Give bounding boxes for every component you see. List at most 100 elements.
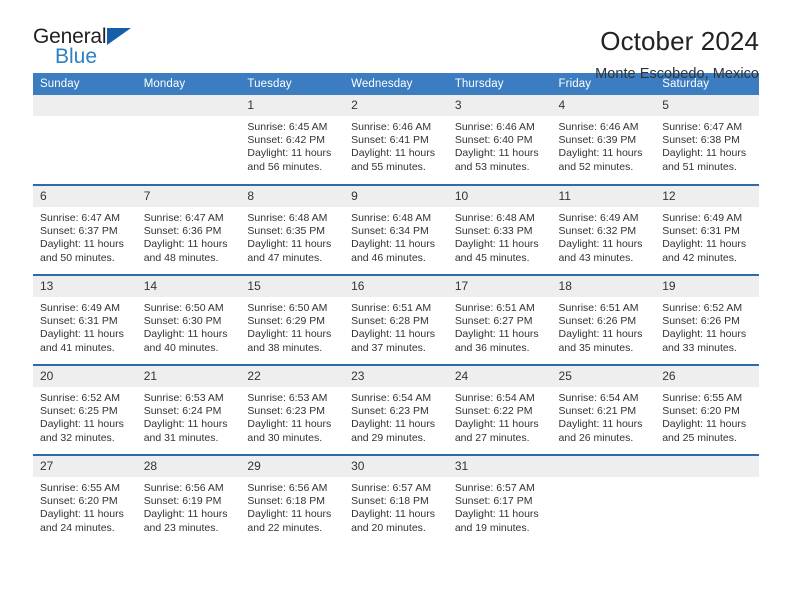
calendar-day-cell[interactable]: 19 Sunrise: 6:52 AM Sunset: 6:26 PM Dayligh… — [655, 274, 759, 365]
calendar-day-cell[interactable]: 27 Sunrise: 6:55 AM Sunset: 6:20 PM Dayligh… — [33, 454, 137, 545]
calendar-day-cell[interactable]: 21 Sunrise: 6:53 AM Sunset: 6:24 PM Dayligh… — [136, 364, 241, 455]
sunrise-time: Sunrise: 6:53 AM — [247, 392, 328, 404]
sunset-time: Sunset: 6:22 PM — [454, 405, 533, 418]
daylight-duration-line1: Daylight: 11 hours — [351, 418, 435, 431]
day-details: Sunrise: 6:54 AM Sunset: 6:21 PM Daylight:… — [552, 387, 656, 445]
page-header: General Blue October 2024 Monte Escobedo… — [33, 0, 759, 82]
calendar-day-cell[interactable]: 2 Sunrise: 6:46 AM Sunset: 6:41 PM Daylight… — [344, 95, 448, 185]
day-details: Sunrise: 6:52 AM Sunset: 6:25 PM Daylight:… — [33, 387, 137, 445]
day-number: 18 — [551, 276, 656, 297]
calendar-day-cell[interactable]: 18 Sunrise: 6:51 AM Sunset: 6:26 PM Dayligh… — [551, 274, 656, 365]
sunset-time: Sunset: 6:18 PM — [247, 495, 326, 508]
sunrise-time: Sunrise: 6:51 AM — [351, 302, 432, 314]
logo-text-blue: Blue — [55, 45, 98, 68]
daylight-duration-line1: Daylight: 11 hours — [143, 328, 228, 341]
calendar-day-cell[interactable]: 12 Sunrise: 6:49 AM Sunset: 6:31 PM Dayligh… — [655, 184, 759, 275]
daylight-duration-line1: Daylight: 11 hours — [454, 328, 539, 341]
daylight-duration-line1: Daylight: 11 hours — [454, 147, 539, 160]
calendar-week-row: 13 Sunrise: 6:49 AM Sunset: 6:31 PM Dayligh… — [33, 274, 759, 365]
day-number: 26 — [655, 366, 759, 387]
calendar-day-cell[interactable]: 4 Sunrise: 6:46 AM Sunset: 6:39 PM Daylight… — [551, 95, 656, 185]
calendar-day-cell[interactable]: 6 Sunrise: 6:47 AM Sunset: 6:37 PM Daylight… — [33, 184, 137, 275]
calendar-day-cell[interactable]: 15 Sunrise: 6:50 AM Sunset: 6:29 PM Dayligh… — [240, 274, 345, 365]
sunset-time: Sunset: 6:20 PM — [40, 495, 118, 508]
daylight-duration-line1: Daylight: 11 hours — [662, 238, 747, 251]
sunset-time: Sunset: 6:41 PM — [351, 134, 429, 147]
calendar-day-cell[interactable]: 7 Sunrise: 6:47 AM Sunset: 6:36 PM Daylight… — [136, 184, 241, 275]
calendar-day-cell[interactable]: 11 Sunrise: 6:49 AM Sunset: 6:32 PM Dayligh… — [551, 184, 656, 275]
calendar-day-cell[interactable]: 26 Sunrise: 6:55 AM Sunset: 6:20 PM Dayligh… — [655, 364, 759, 455]
daylight-duration-line2: and 29 minutes. — [351, 431, 426, 444]
sunset-time: Sunset: 6:33 PM — [454, 225, 533, 238]
daylight-duration-line2: and 50 minutes. — [40, 251, 115, 264]
daylight-duration-line2: and 46 minutes. — [351, 251, 426, 264]
day-number: 17 — [447, 276, 552, 297]
sunset-time: Sunset: 6:27 PM — [454, 315, 533, 328]
calendar-day-cell[interactable]: 3 Sunrise: 6:46 AM Sunset: 6:40 PM Daylight… — [447, 95, 552, 185]
daylight-duration-line2: and 22 minutes. — [247, 521, 323, 534]
calendar-day-cell[interactable]: 14 Sunrise: 6:50 AM Sunset: 6:30 PM Dayligh… — [136, 274, 241, 365]
calendar-day-cell[interactable]: 5 Sunrise: 6:47 AM Sunset: 6:38 PM Daylight… — [655, 95, 759, 185]
sunrise-time: Sunrise: 6:57 AM — [454, 482, 535, 494]
sunrise-time: Sunrise: 6:54 AM — [351, 392, 432, 404]
calendar-page: General Blue October 2024 Monte Escobedo… — [0, 0, 792, 612]
daylight-duration-line1: Daylight: 11 hours — [558, 328, 643, 341]
calendar-week-row: 1 Sunrise: 6:45 AM Sunset: 6:42 PM Daylight… — [33, 95, 759, 185]
calendar-day-cell[interactable]: 13 Sunrise: 6:49 AM Sunset: 6:31 PM Dayligh… — [33, 274, 137, 365]
daylight-duration-line2: and 33 minutes. — [662, 341, 737, 354]
day-number: 30 — [344, 456, 448, 477]
calendar-week-row: 6 Sunrise: 6:47 AM Sunset: 6:37 PM Daylight… — [33, 184, 759, 275]
daylight-duration-line2: and 56 minutes. — [247, 160, 323, 173]
calendar-day-cell[interactable]: 25 Sunrise: 6:54 AM Sunset: 6:21 PM Dayligh… — [551, 364, 656, 455]
sunrise-time: Sunrise: 6:52 AM — [662, 302, 743, 314]
day-details: Sunrise: 6:45 AM Sunset: 6:42 PM Daylight:… — [240, 116, 344, 174]
calendar-day-cell[interactable]: 10 Sunrise: 6:48 AM Sunset: 6:33 PM Dayligh… — [447, 184, 552, 275]
calendar-day-cell[interactable]: 1 Sunrise: 6:45 AM Sunset: 6:42 PM Daylight… — [240, 95, 345, 185]
sunset-time: Sunset: 6:26 PM — [662, 315, 740, 328]
calendar-day-cell[interactable]: 23 Sunrise: 6:54 AM Sunset: 6:23 PM Dayligh… — [344, 364, 448, 455]
calendar-day-cell[interactable]: 16 Sunrise: 6:51 AM Sunset: 6:28 PM Dayligh… — [344, 274, 448, 365]
sunset-time: Sunset: 6:39 PM — [558, 134, 637, 147]
sunrise-time: Sunrise: 6:52 AM — [40, 392, 120, 404]
calendar-day-cell[interactable]: 31 Sunrise: 6:57 AM Sunset: 6:17 PM Dayligh… — [447, 454, 552, 545]
day-details: Sunrise: 6:49 AM Sunset: 6:31 PM Daylight:… — [33, 297, 137, 355]
sunrise-time: Sunrise: 6:53 AM — [143, 392, 224, 404]
daylight-duration-line1: Daylight: 11 hours — [143, 238, 228, 251]
calendar-day-cell[interactable]: 17 Sunrise: 6:51 AM Sunset: 6:27 PM Dayligh… — [447, 274, 552, 365]
calendar-day-cell[interactable]: 22 Sunrise: 6:53 AM Sunset: 6:23 PM Dayligh… — [240, 364, 345, 455]
calendar-day-cell[interactable]: 20 Sunrise: 6:52 AM Sunset: 6:25 PM Dayligh… — [33, 364, 137, 455]
day-number — [33, 95, 137, 116]
calendar-day-cell[interactable]: 24 Sunrise: 6:54 AM Sunset: 6:22 PM Dayligh… — [447, 364, 552, 455]
sunset-time: Sunset: 6:23 PM — [351, 405, 429, 418]
calendar-day-cell[interactable]: 9 Sunrise: 6:48 AM Sunset: 6:34 PM Daylight… — [344, 184, 448, 275]
day-number: 7 — [136, 186, 241, 207]
day-details: Sunrise: 6:46 AM Sunset: 6:40 PM Daylight:… — [448, 116, 552, 174]
daylight-duration-line1: Daylight: 11 hours — [351, 508, 435, 521]
daylight-duration-line2: and 19 minutes. — [454, 521, 530, 534]
calendar-week-row: 27 Sunrise: 6:55 AM Sunset: 6:20 PM Dayligh… — [33, 454, 759, 545]
daylight-duration-line2: and 41 minutes. — [40, 341, 115, 354]
day-number: 4 — [551, 95, 656, 116]
sunrise-time: Sunrise: 6:57 AM — [351, 482, 432, 494]
day-details: Sunrise: 6:53 AM Sunset: 6:24 PM Daylight:… — [137, 387, 241, 445]
calendar-day-cell[interactable]: 29 Sunrise: 6:56 AM Sunset: 6:18 PM Dayligh… — [240, 454, 345, 545]
sunset-time: Sunset: 6:28 PM — [351, 315, 429, 328]
sunrise-time: Sunrise: 6:45 AM — [247, 121, 328, 133]
day-details: Sunrise: 6:46 AM Sunset: 6:39 PM Daylight:… — [552, 116, 656, 174]
sunset-time: Sunset: 6:37 PM — [40, 225, 118, 238]
day-details: Sunrise: 6:47 AM Sunset: 6:36 PM Daylight:… — [137, 207, 241, 265]
daylight-duration-line2: and 53 minutes. — [454, 160, 530, 173]
daylight-duration-line2: and 31 minutes. — [143, 431, 219, 444]
day-details: Sunrise: 6:54 AM Sunset: 6:23 PM Daylight:… — [344, 387, 448, 445]
sunset-time: Sunset: 6:38 PM — [662, 134, 740, 147]
daylight-duration-line1: Daylight: 11 hours — [662, 418, 747, 431]
calendar-day-cell[interactable]: 30 Sunrise: 6:57 AM Sunset: 6:18 PM Dayligh… — [344, 454, 448, 545]
daylight-duration-line2: and 20 minutes. — [351, 521, 426, 534]
day-number: 6 — [33, 186, 137, 207]
sunrise-sunset-calendar: Sunday Monday Tuesday Wednesday Thursday Frid… — [33, 73, 759, 545]
day-number: 5 — [655, 95, 759, 116]
sunrise-time: Sunrise: 6:47 AM — [143, 212, 224, 224]
calendar-day-cell[interactable]: 28 Sunrise: 6:56 AM Sunset: 6:19 PM Dayligh… — [136, 454, 241, 545]
sunrise-time: Sunrise: 6:54 AM — [454, 392, 535, 404]
calendar-day-cell[interactable]: 8 Sunrise: 6:48 AM Sunset: 6:35 PM Daylight… — [240, 184, 345, 275]
